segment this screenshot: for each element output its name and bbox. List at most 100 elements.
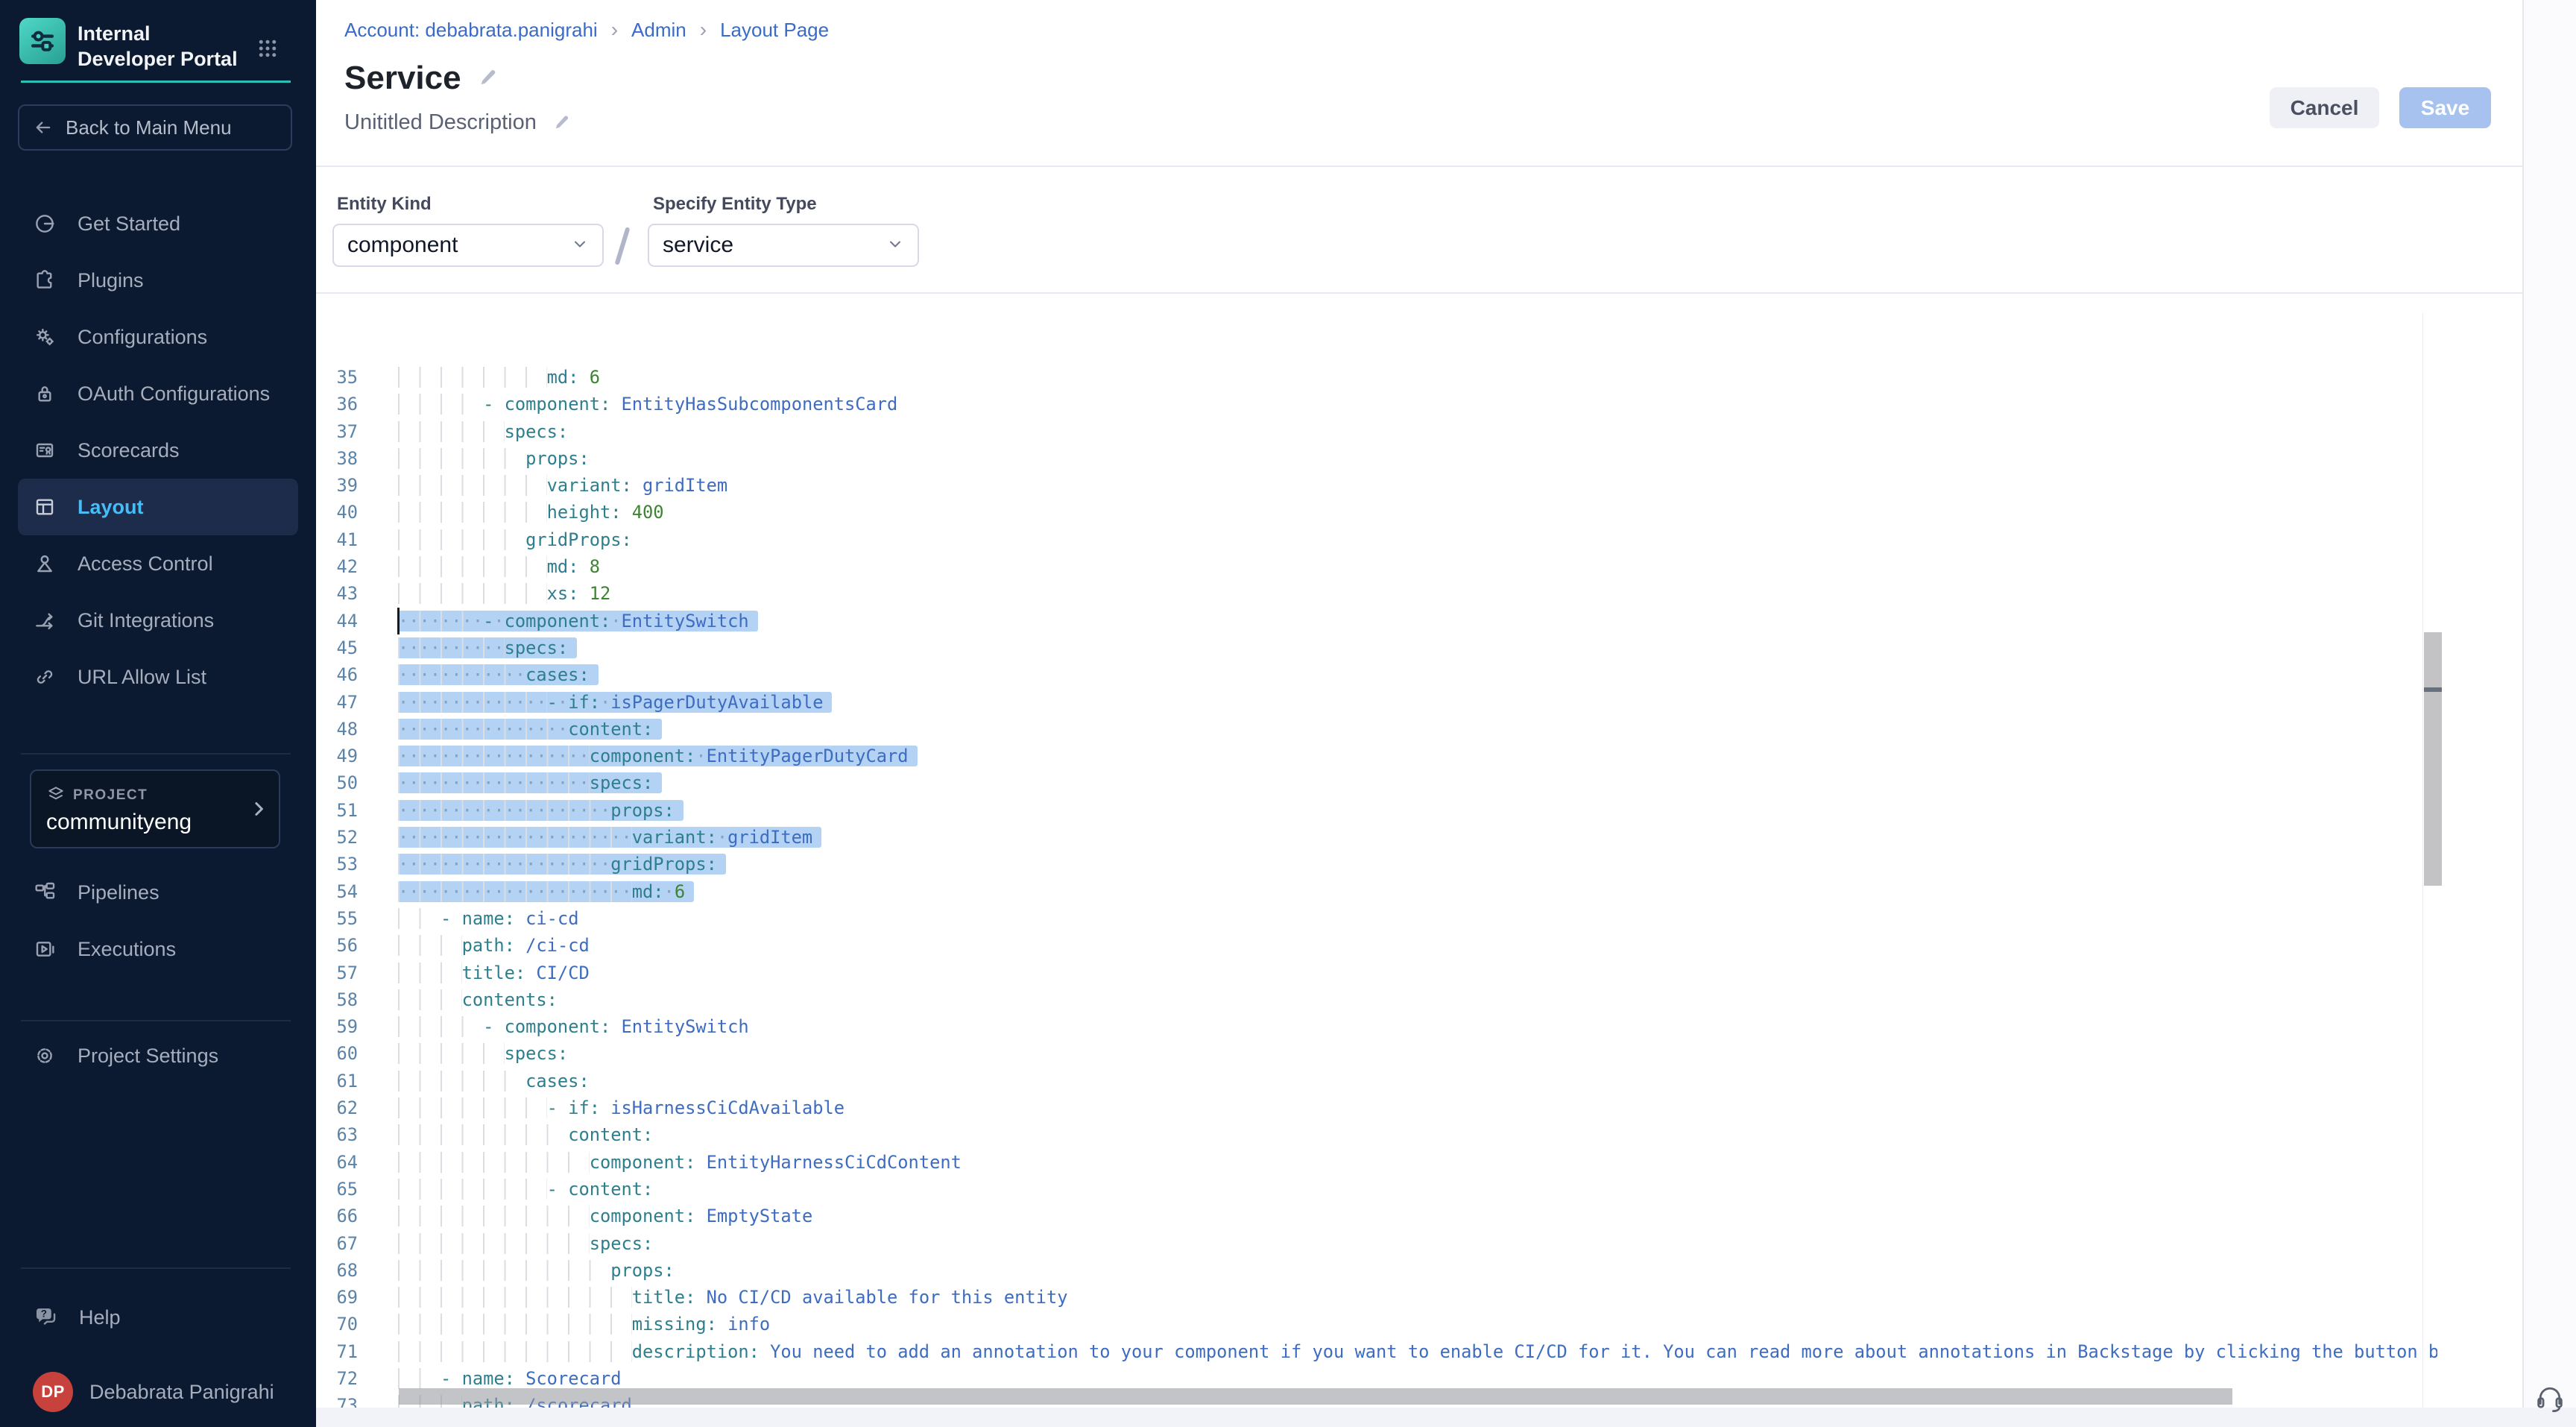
sidebar-item-label: Scorecards [78,439,180,462]
chevron-right-icon [247,798,270,824]
line-number: 53 [316,851,358,878]
breadcrumb-link-0[interactable]: Account: debabrata.panigrahi [344,19,598,42]
code-line[interactable]: props: [398,445,2437,472]
code-line[interactable]: - component: EntitySwitch [398,1013,2437,1040]
code-line[interactable]: description: You need to add an annotati… [398,1338,2437,1365]
sidebar-item-pipelines[interactable]: Pipelines [18,864,298,921]
code-line[interactable]: - component: EntityHasSubcomponentsCard [398,391,2437,418]
code-line[interactable]: ······················md:·6 [398,878,2437,905]
sidebar-item-project-settings[interactable]: Project Settings [18,1027,298,1084]
selection-highlight: ········-·component:·EntitySwitch [398,611,758,631]
back-to-main-menu-button[interactable]: Back to Main Menu [18,104,292,151]
horizontal-scrollbar-thumb[interactable] [399,1388,2232,1405]
code-line[interactable]: gridProps: [398,526,2437,553]
sidebar-item-access-control[interactable]: Access Control [18,535,298,592]
code-line[interactable]: title: No CI/CD available for this entit… [398,1284,2437,1311]
code-line[interactable]: missing: info [398,1311,2437,1338]
code-line[interactable]: specs: [398,418,2437,445]
line-number: 65 [316,1176,358,1203]
code-line[interactable]: path: /ci-cd [398,932,2437,959]
sidebar-item-label: Git Integrations [78,609,214,632]
code-line[interactable]: specs: [398,1040,2437,1067]
main-content: Account: debabrata.panigrahi›Admin›Layou… [316,0,2576,1427]
scorecards-icon [33,438,57,462]
code-line[interactable]: ····················props: [398,797,2437,824]
save-button[interactable]: Save [2399,87,2491,128]
entity-kind-select[interactable]: component [332,224,604,267]
git-integrations-icon [33,608,57,632]
code-line[interactable]: title: CI/CD [398,960,2437,986]
code-line[interactable]: - if: isHarnessCiCdAvailable [398,1094,2437,1121]
brand-divider [21,81,291,83]
line-number: 44 [316,608,358,634]
edit-title-icon[interactable] [476,66,500,90]
code-line[interactable]: content: [398,1121,2437,1148]
sidebar-item-help[interactable]: ? Help [18,1289,298,1346]
help-icon: ? [33,1305,58,1330]
code-line[interactable]: height: 400 [398,499,2437,526]
code-line[interactable]: ············cases: [398,661,2437,688]
code-line[interactable]: specs: [398,1230,2437,1257]
code-line[interactable]: ··················specs: [398,769,2437,796]
code-line[interactable]: - content: [398,1176,2437,1203]
code-line[interactable]: ················content: [398,716,2437,743]
selection-highlight: ············cases: [398,664,599,685]
sidebar-item-plugins[interactable]: Plugins [18,252,298,309]
line-number: 60 [316,1040,358,1067]
yaml-editor[interactable]: 3536373839404142434445464748495051525354… [316,313,2437,1408]
access-control-icon [33,552,57,576]
line-number: 63 [316,1121,358,1148]
entity-type-select[interactable]: service [648,224,919,267]
code-line[interactable]: component: EntityHarnessCiCdContent [398,1149,2437,1176]
code-line[interactable]: contents: [398,986,2437,1013]
code-line[interactable]: - name: ci-cd [398,905,2437,932]
sidebar-item-get-started[interactable]: Get Started [18,195,298,252]
code-line[interactable]: component: EmptyState [398,1203,2437,1229]
avatar: DP [33,1372,73,1412]
line-number: 51 [316,797,358,824]
code-line[interactable]: ··················component:·EntityPager… [398,743,2437,769]
selection-highlight: ······················variant:·gridItem [398,827,821,848]
project-label: PROJECT [73,787,148,804]
code-line[interactable]: variant: gridItem [398,472,2437,499]
code-line[interactable]: ····················gridProps: [398,851,2437,878]
apps-grid-icon[interactable] [256,37,279,60]
sidebar-item-label: Plugins [78,269,144,292]
code-line[interactable]: md: 6 [398,364,2437,391]
slash-divider [615,227,631,265]
edit-description-icon[interactable] [552,113,572,133]
sidebar-item-layout[interactable]: Layout [18,479,298,535]
sidebar-item-scorecards[interactable]: Scorecards [18,422,298,479]
support-icon[interactable] [2533,1381,2567,1419]
svg-text:?: ? [41,1308,47,1320]
code-line[interactable]: props: [398,1257,2437,1284]
line-number: 38 [316,445,358,472]
app-window: Internal Developer Portal Back to Main M… [0,0,2576,1427]
code-line[interactable]: ········-·component:·EntitySwitch [398,608,2437,634]
breadcrumb-link-2[interactable]: Layout Page [720,19,829,42]
right-gutter [2524,0,2576,1408]
sidebar-divider [21,753,291,755]
code-line[interactable]: xs: 12 [398,580,2437,607]
vertical-scrollbar-thumb[interactable] [2424,632,2442,886]
code-line[interactable]: md: 8 [398,553,2437,580]
sidebar-item-oauth-configurations[interactable]: OAuth Configurations [18,365,298,422]
code-line[interactable]: ··········specs: [398,634,2437,661]
editor-code[interactable]: md: 6 - component: EntityHasSubcomponent… [398,364,2437,1408]
breadcrumb-link-1[interactable]: Admin [631,19,686,42]
sidebar-item-configurations[interactable]: Configurations [18,309,298,365]
entity-kind-label: Entity Kind [337,194,432,215]
project-settings-icon [33,1044,57,1068]
code-line[interactable]: ······················variant:·gridItem [398,824,2437,851]
project-selector[interactable]: PROJECT communityeng [30,769,280,848]
cancel-button[interactable]: Cancel [2270,87,2379,128]
sidebar-item-url-allow-list[interactable]: URL Allow List [18,649,298,705]
sidebar-item-executions[interactable]: Executions [18,921,298,977]
line-number: 58 [316,986,358,1013]
user-menu[interactable]: DP Debabrata Panigrahi [18,1364,298,1420]
code-line[interactable]: cases: [398,1068,2437,1094]
executions-icon [33,937,57,961]
sidebar-item-git-integrations[interactable]: Git Integrations [18,592,298,649]
scrollbar-cursor-marker [2424,687,2442,692]
code-line[interactable]: ··············-·if:·isPagerDutyAvailable [398,689,2437,716]
